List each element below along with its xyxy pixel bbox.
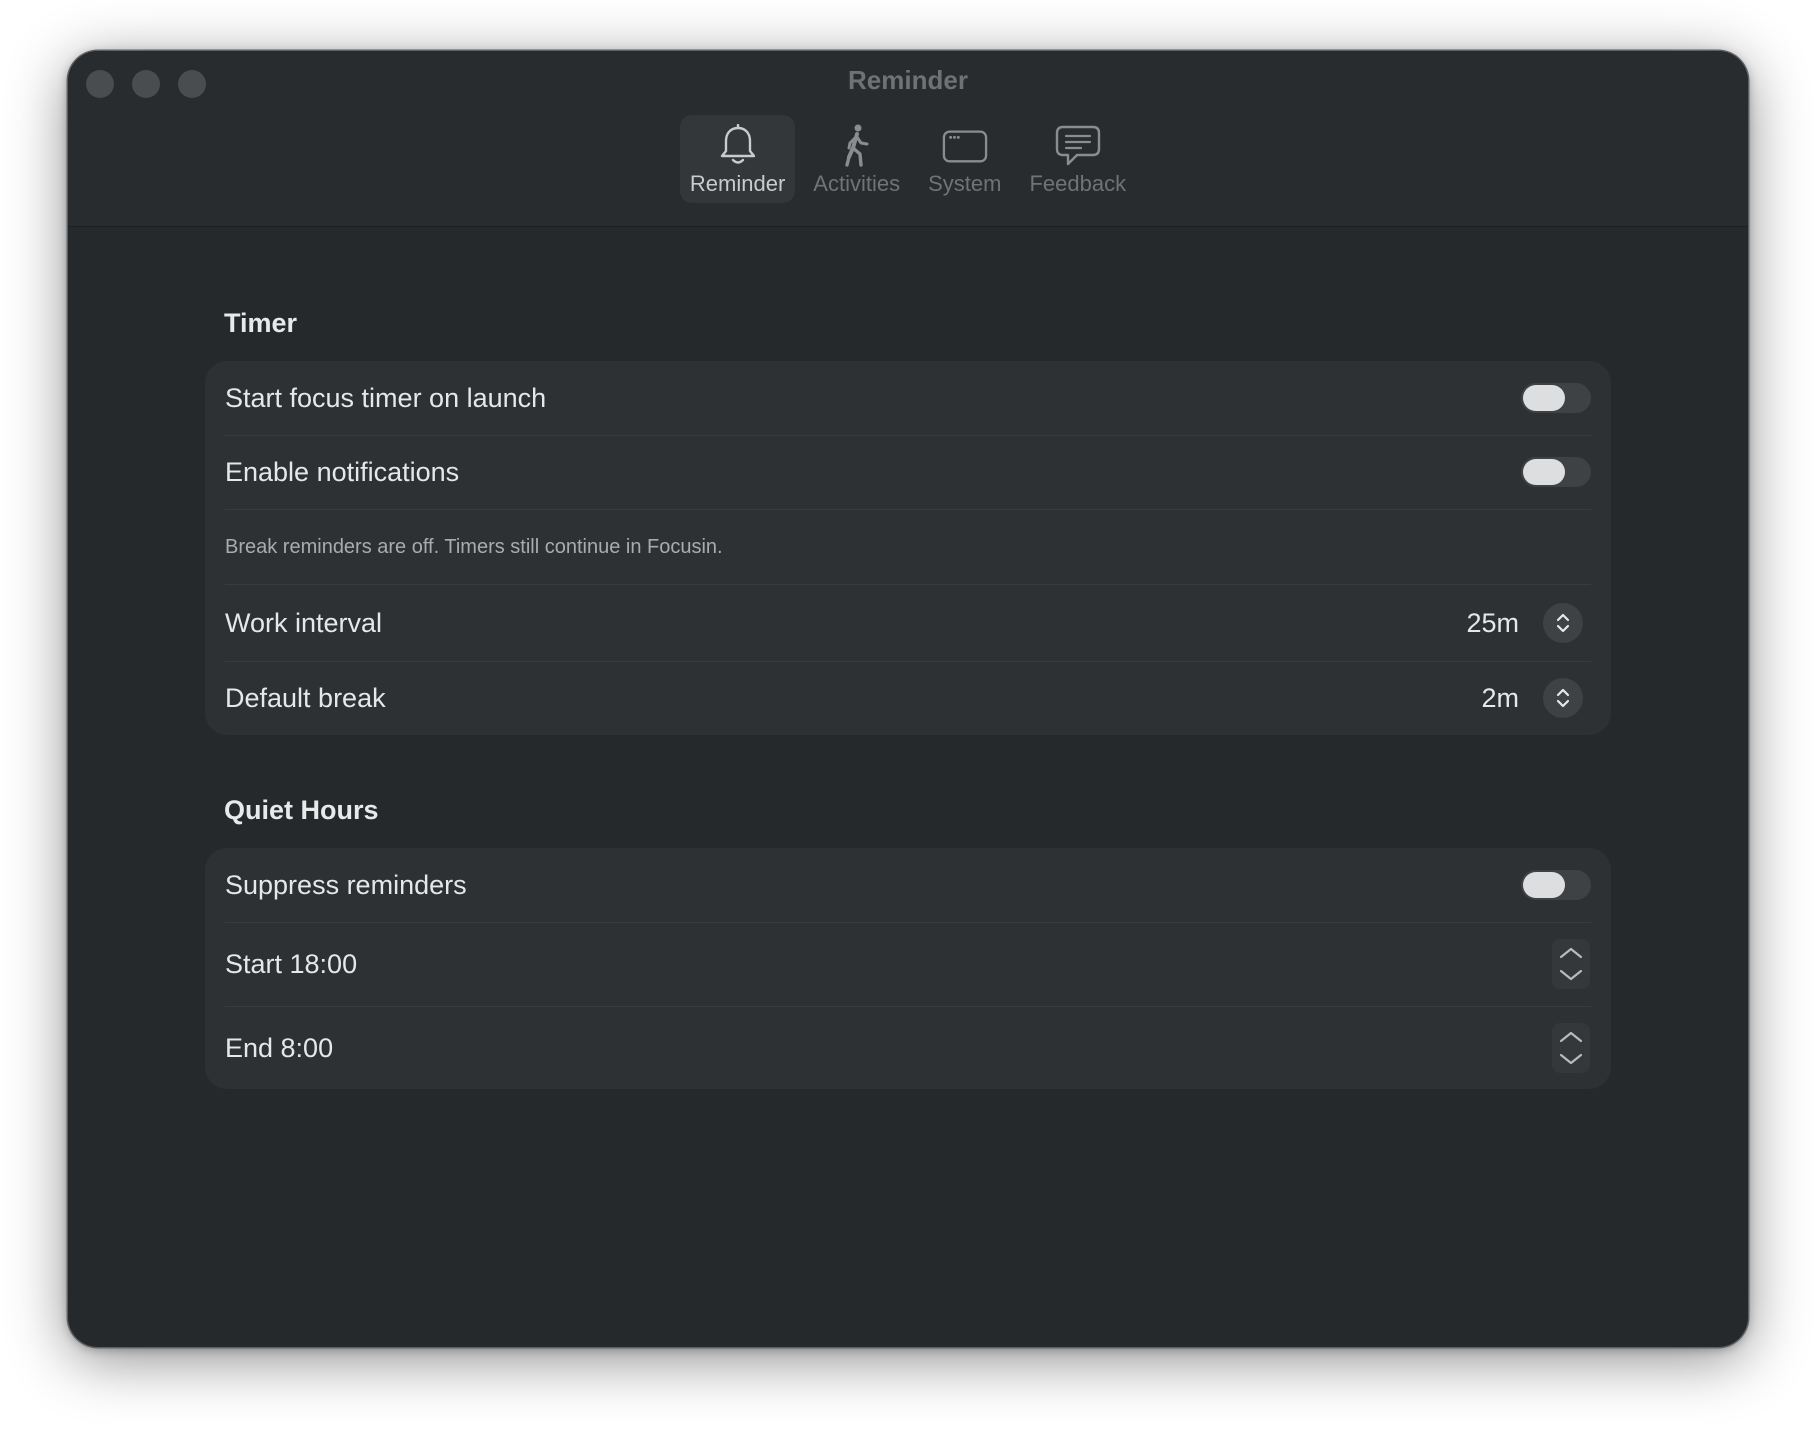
work-interval-row: Work interval 25m xyxy=(225,585,1591,662)
chevron-down-icon xyxy=(1559,969,1583,981)
preferences-tabs: Reminder Activities System Feedback xyxy=(68,115,1748,203)
start-time-increment[interactable] xyxy=(1552,943,1590,963)
tab-activities-label: Activities xyxy=(813,171,901,196)
default-break-row: Default break 2m xyxy=(225,661,1591,735)
tab-system[interactable]: System xyxy=(918,115,1011,203)
start-focus-label: Start focus timer on launch xyxy=(225,382,547,413)
notifications-label: Enable notifications xyxy=(225,456,460,487)
chevron-up-down-icon xyxy=(1556,613,1570,633)
work-interval-stepper[interactable] xyxy=(1543,603,1583,643)
suppress-row: Suppress reminders xyxy=(225,848,1591,923)
titlebar-toolbar: Reminder Reminder Activities System Feed… xyxy=(68,51,1748,227)
end-time-stepper[interactable] xyxy=(1552,1023,1590,1073)
start-time-decrement[interactable] xyxy=(1552,965,1590,985)
default-break-value: 2m xyxy=(1481,682,1519,713)
tab-activities[interactable]: Activities xyxy=(803,115,910,203)
chevron-up-down-icon xyxy=(1556,688,1570,708)
break-reminders-note: Break reminders are off. Timers still co… xyxy=(225,535,723,558)
suppress-label: Suppress reminders xyxy=(225,869,467,900)
start-time-label: Start 18:00 xyxy=(225,948,358,979)
window-title: Reminder xyxy=(848,65,968,95)
chat-bubble-icon xyxy=(1055,123,1101,169)
timer-section-title: Timer xyxy=(224,308,298,338)
chevron-up-icon xyxy=(1559,1031,1583,1043)
window-icon xyxy=(942,123,988,169)
default-break-stepper[interactable] xyxy=(1543,678,1583,718)
preferences-window: Reminder Reminder Activities System Feed… xyxy=(68,51,1748,1347)
start-focus-row: Start focus timer on launch xyxy=(225,361,1591,436)
tab-reminder[interactable]: Reminder xyxy=(679,115,796,203)
tab-reminder-label: Reminder xyxy=(689,171,786,196)
default-break-label: Default break xyxy=(225,682,386,713)
end-time-decrement[interactable] xyxy=(1552,1049,1590,1069)
end-time-row: End 8:00 xyxy=(225,1006,1591,1090)
start-time-row: Start 18:00 xyxy=(225,922,1591,1007)
start-focus-toggle[interactable] xyxy=(1521,383,1591,413)
bell-icon xyxy=(715,123,761,169)
note-row: Break reminders are off. Timers still co… xyxy=(225,510,1591,585)
tab-system-label: System xyxy=(928,171,1002,196)
notifications-row: Enable notifications xyxy=(225,435,1591,510)
chevron-up-icon xyxy=(1559,947,1583,959)
work-interval-label: Work interval xyxy=(225,607,383,638)
quiet-hours-card: Suppress reminders Start 18:00 End 8:00 xyxy=(205,848,1611,1089)
chevron-down-icon xyxy=(1559,1053,1583,1065)
suppress-toggle[interactable] xyxy=(1521,870,1591,900)
tab-feedback[interactable]: Feedback xyxy=(1019,115,1136,203)
timer-card: Start focus timer on launch Enable notif… xyxy=(205,361,1611,735)
start-time-stepper[interactable] xyxy=(1552,939,1590,989)
work-interval-value: 25m xyxy=(1466,607,1519,638)
end-time-label: End 8:00 xyxy=(225,1032,334,1063)
notifications-toggle[interactable] xyxy=(1521,457,1591,487)
end-time-increment[interactable] xyxy=(1552,1027,1590,1047)
walking-person-icon xyxy=(834,123,880,169)
quiet-hours-section-title: Quiet Hours xyxy=(224,795,379,825)
tab-feedback-label: Feedback xyxy=(1029,171,1127,196)
